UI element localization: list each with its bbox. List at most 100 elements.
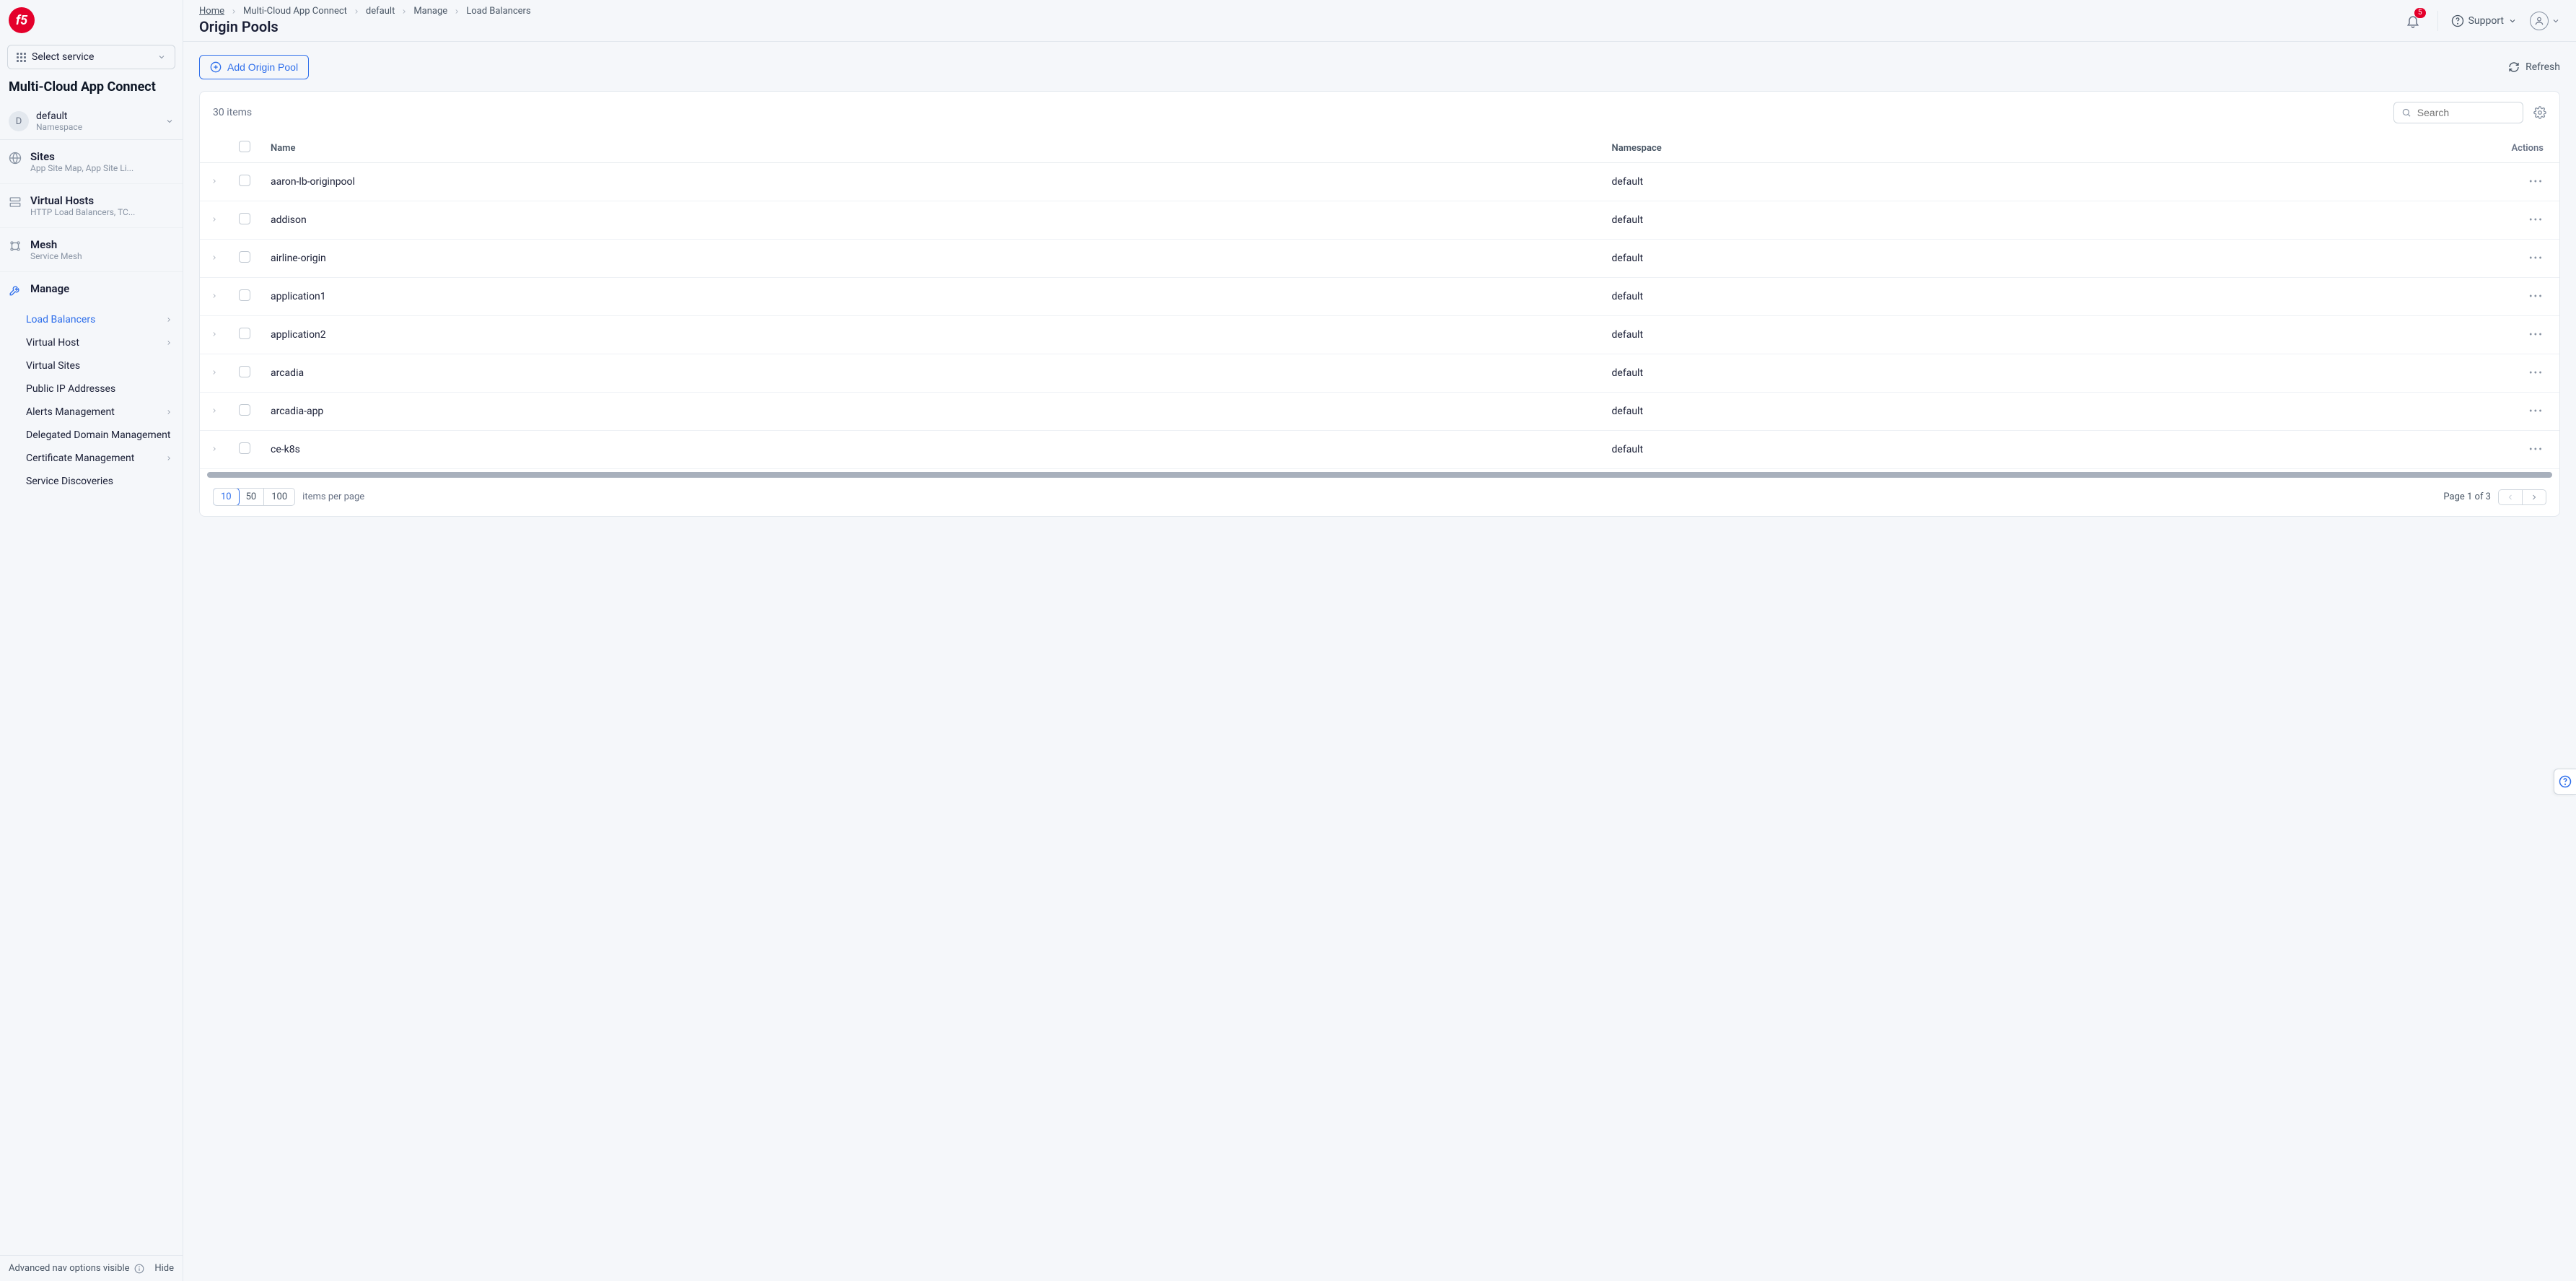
row-checkbox[interactable] <box>239 442 250 454</box>
search-input[interactable] <box>2417 107 2515 118</box>
col-actions: Actions <box>2501 134 2559 163</box>
service-selector[interactable]: Select service <box>7 45 175 69</box>
nav-section-manage[interactable]: Manage <box>0 272 183 307</box>
cell-name: application2 <box>260 316 1602 354</box>
page-title: Origin Pools <box>199 18 531 35</box>
row-actions-button[interactable]: ••• <box>2529 329 2544 341</box>
nav-subitem-label: Delegated Domain Management <box>26 429 170 441</box>
cell-namespace: default <box>1602 163 2502 201</box>
prev-page-button[interactable] <box>2499 490 2523 504</box>
nav-subitem-label: Load Balancers <box>26 314 95 325</box>
table-settings-button[interactable] <box>2533 106 2546 119</box>
per-page-label: items per page <box>302 491 364 502</box>
chevron-down-icon <box>157 53 166 61</box>
chevron-right-icon <box>165 455 172 462</box>
row-actions-button[interactable]: ••• <box>2529 253 2544 264</box>
breadcrumb-item[interactable]: Multi-Cloud App Connect <box>243 6 347 17</box>
col-namespace[interactable]: Namespace <box>1602 134 2502 163</box>
row-checkbox[interactable] <box>239 213 250 224</box>
expand-row-button[interactable] <box>211 445 218 452</box>
avatar-icon <box>2530 12 2549 30</box>
expand-row-button[interactable] <box>211 216 218 223</box>
chevron-right-icon <box>165 408 172 416</box>
row-actions-button[interactable]: ••• <box>2529 367 2544 379</box>
notifications-button[interactable]: 5 <box>2401 9 2424 32</box>
service-selector-label: Select service <box>32 51 94 63</box>
cell-name: ce-k8s <box>260 431 1602 469</box>
table-row: arcadia-app default ••• <box>200 393 2559 431</box>
row-actions-button[interactable]: ••• <box>2529 444 2544 455</box>
namespace-switcher[interactable]: D default Namespace <box>0 103 183 139</box>
nav-subitem[interactable]: Alerts Management <box>0 401 183 424</box>
nav-subitem[interactable]: Virtual Sites <box>0 354 183 377</box>
topbar: Home Multi-Cloud App Connect default Manage… <box>183 0 2576 42</box>
support-button[interactable]: Support <box>2451 14 2517 27</box>
nav-subitem[interactable]: Certificate Management <box>0 447 183 470</box>
nav-subitem[interactable]: Load Balancers <box>0 308 183 331</box>
add-origin-pool-button[interactable]: Add Origin Pool <box>199 55 309 79</box>
expand-row-button[interactable] <box>211 369 218 376</box>
chevron-right-icon <box>353 8 360 15</box>
expand-row-button[interactable] <box>211 331 218 338</box>
breadcrumb-item[interactable]: Manage <box>413 6 447 17</box>
horizontal-scrollbar[interactable] <box>207 472 2552 478</box>
next-page-button[interactable] <box>2523 490 2546 504</box>
sidebar: f5 Select service Multi-Cloud App Connec… <box>0 0 183 1281</box>
hide-link[interactable]: Hide <box>154 1263 174 1274</box>
manage-subitems: Load Balancers Virtual Host Virtual Sites P… <box>0 307 183 500</box>
refresh-button[interactable]: Refresh <box>2508 61 2560 73</box>
sidebar-top: f5 <box>0 0 183 40</box>
chevron-right-icon <box>2530 493 2538 502</box>
chevron-right-icon <box>453 8 460 15</box>
nav-subitem[interactable]: Virtual Host <box>0 331 183 354</box>
search-box[interactable] <box>2393 102 2523 123</box>
chevron-right-icon <box>400 8 408 15</box>
nav-section-virtual-hosts[interactable]: Virtual Hosts HTTP Load Balancers, TC... <box>0 184 183 228</box>
app-title: Multi-Cloud App Connect <box>0 79 183 103</box>
user-menu-button[interactable] <box>2530 12 2560 30</box>
chevron-right-icon <box>165 316 172 323</box>
expand-row-button[interactable] <box>211 178 218 185</box>
nav-section-mesh[interactable]: Mesh Service Mesh <box>0 228 183 272</box>
page-size-option[interactable]: 50 <box>239 489 265 505</box>
row-actions-button[interactable]: ••• <box>2529 214 2544 226</box>
row-actions-button[interactable]: ••• <box>2529 176 2544 188</box>
nav-section-sub: Service Mesh <box>30 251 82 261</box>
row-actions-button[interactable]: ••• <box>2529 406 2544 417</box>
row-checkbox[interactable] <box>239 251 250 263</box>
page-size-option[interactable]: 100 <box>264 489 294 505</box>
nav-section-sites[interactable]: Sites App Site Map, App Site Li... <box>0 140 183 184</box>
nav-subitem-label: Service Discoveries <box>26 476 113 487</box>
expand-row-button[interactable] <box>211 407 218 414</box>
row-actions-button[interactable]: ••• <box>2529 291 2544 302</box>
row-checkbox[interactable] <box>239 366 250 377</box>
nav-subitem[interactable]: Delegated Domain Management <box>0 424 183 447</box>
mesh-icon <box>9 238 22 253</box>
select-all-checkbox[interactable] <box>239 141 250 152</box>
chevron-right-icon <box>230 8 237 15</box>
nav-subitem-label: Virtual Sites <box>26 360 80 372</box>
help-tab[interactable] <box>2554 769 2576 795</box>
expand-row-button[interactable] <box>211 254 218 261</box>
globe-icon <box>9 150 22 165</box>
breadcrumb-item[interactable]: Load Balancers <box>466 6 530 17</box>
nav-subitem[interactable]: Service Discoveries <box>0 470 183 493</box>
cell-namespace: default <box>1602 354 2502 393</box>
row-checkbox[interactable] <box>239 289 250 301</box>
f5-logo[interactable]: f5 <box>9 7 35 33</box>
breadcrumb-item[interactable]: Home <box>199 6 224 17</box>
page-size-option[interactable]: 10 <box>213 488 240 506</box>
breadcrumb-item[interactable]: default <box>366 6 395 17</box>
col-name[interactable]: Name <box>260 134 1602 163</box>
page-indicator: Page 1 of 3 <box>2443 491 2491 502</box>
row-checkbox[interactable] <box>239 328 250 339</box>
row-checkbox[interactable] <box>239 404 250 416</box>
expand-row-button[interactable] <box>211 292 218 300</box>
nav-subitem[interactable]: Public IP Addresses <box>0 377 183 401</box>
wrench-icon <box>9 282 22 297</box>
nav-scroller[interactable]: Sites App Site Map, App Site Li... Virtu… <box>0 139 183 1255</box>
cell-name: arcadia-app <box>260 393 1602 431</box>
info-icon[interactable] <box>134 1264 144 1274</box>
row-checkbox[interactable] <box>239 175 250 186</box>
cell-namespace: default <box>1602 316 2502 354</box>
